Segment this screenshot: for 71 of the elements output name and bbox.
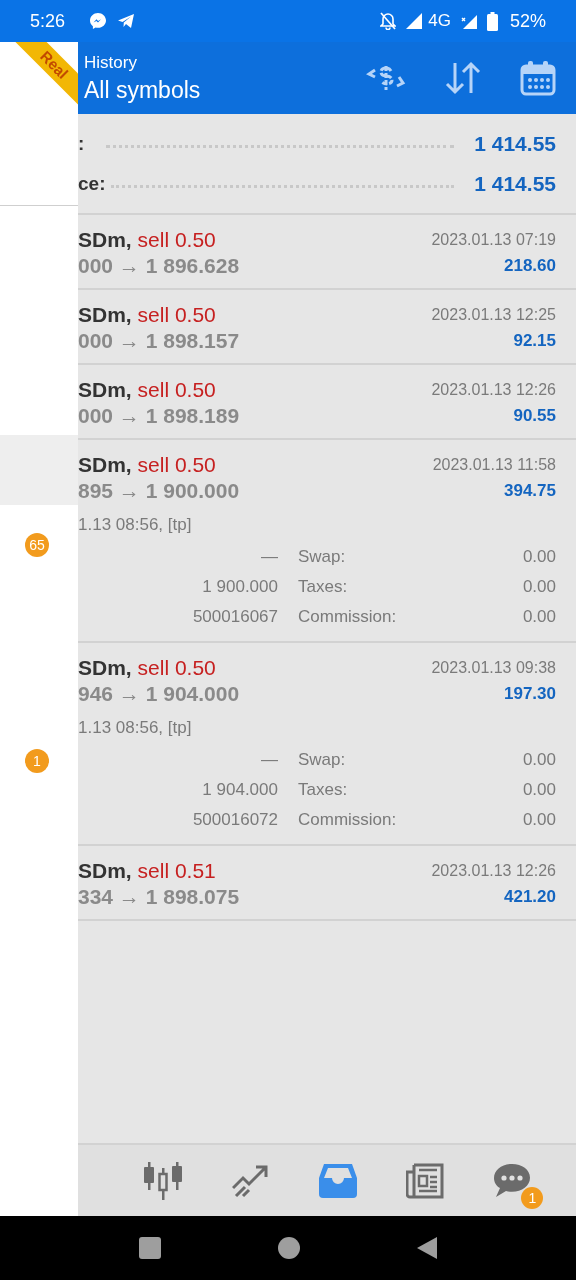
deal-prices: 000 → 1 898.157 (78, 328, 240, 354)
telegram-icon (117, 13, 136, 29)
symbol-filter[interactable]: All symbols (84, 76, 328, 104)
open-info: 1.13 08:56, [tp] (78, 514, 193, 536)
deal-prices: 895 → 1 900.000 (78, 478, 240, 504)
deal-prices: 000 → 1 896.628 (78, 253, 240, 279)
deal-title[interactable]: SDm, sell 0.50 (78, 377, 240, 403)
detail-label: Taxes: (298, 576, 349, 598)
sort-icon[interactable] (444, 61, 482, 95)
detail-amount: 0.00 (522, 749, 556, 771)
messenger-icon (89, 12, 108, 30)
screen-title: History (84, 52, 138, 73)
candlestick-icon[interactable] (142, 1161, 183, 1200)
inbox-icon[interactable] (318, 1163, 357, 1198)
detail-value: 1 900.000 (201, 576, 278, 598)
deal-time: 2023.01.13 07:19 (431, 230, 556, 250)
trend-arrow-icon[interactable] (231, 1163, 270, 1198)
summary-label: : (78, 132, 86, 155)
network-type: 4G (428, 11, 451, 31)
count-badge: 1 (25, 749, 49, 773)
back-button[interactable] (417, 1237, 438, 1259)
signal-icon (460, 13, 477, 29)
deal-title[interactable]: SDm, sell 0.50 (78, 655, 240, 681)
deal-title[interactable]: SDm, sell 0.50 (78, 227, 240, 253)
deal-title[interactable]: SDm, sell 0.50 (78, 302, 240, 328)
deal-profit: 218.60 (504, 255, 556, 277)
detail-value: — (260, 546, 278, 568)
deal-profit: 90.55 (513, 405, 556, 427)
detail-amount: 0.00 (522, 576, 556, 598)
detail-amount: 0.00 (522, 809, 556, 831)
detail-value: 1 904.000 (201, 779, 278, 801)
calendar-icon[interactable] (520, 60, 556, 96)
summary-value: 1 414.55 (474, 171, 556, 196)
detail-label: Taxes: (298, 779, 349, 801)
detail-amount: 0.00 (522, 779, 556, 801)
deal-prices: 334 → 1 898.075 (78, 884, 240, 910)
detail-value: — (260, 749, 278, 771)
deal-profit: 421.20 (504, 886, 556, 908)
bell-off-icon (380, 12, 397, 30)
deal-time: 2023.01.13 12:26 (431, 380, 556, 400)
deal-time: 2023.01.13 11:58 (432, 455, 556, 475)
newspaper-icon[interactable] (406, 1162, 445, 1199)
deal-profit: 92.15 (513, 330, 556, 352)
battery-icon (486, 11, 498, 31)
deal-title[interactable]: SDm, sell 0.51 (78, 858, 240, 884)
signal-icon (406, 13, 423, 29)
deal-prices: 946 → 1 904.000 (78, 681, 240, 707)
recents-button[interactable] (138, 1237, 161, 1259)
detail-value: 500016067 (191, 606, 278, 628)
deal-time: 2023.01.13 12:26 (431, 861, 556, 881)
count-badge: 1 (521, 1186, 544, 1209)
clock: 5:26 (30, 10, 66, 32)
detail-value: 500016072 (191, 809, 278, 831)
summary-label: ce: (78, 172, 106, 195)
home-button[interactable] (278, 1237, 300, 1259)
detail-label: Commission: (298, 809, 398, 831)
count-badge: 65 (25, 533, 49, 557)
deal-profit: 394.75 (504, 480, 556, 502)
deal-prices: 000 → 1 898.189 (78, 403, 240, 429)
deal-title[interactable]: SDm, sell 0.50 (78, 452, 240, 478)
detail-amount: 0.00 (522, 606, 556, 628)
open-info: 1.13 08:56, [tp] (78, 717, 193, 739)
detail-label: Commission: (298, 606, 398, 628)
battery-level: 52% (509, 10, 546, 32)
detail-label: Swap: (298, 546, 347, 568)
deal-time: 2023.01.13 12:25 (431, 305, 556, 325)
detail-label: Swap: (298, 749, 347, 771)
summary-value: 1 414.55 (474, 131, 556, 156)
deal-profit: 197.30 (504, 683, 556, 705)
deal-time: 2023.01.13 09:38 (431, 658, 556, 678)
detail-amount: 0.00 (522, 546, 556, 568)
